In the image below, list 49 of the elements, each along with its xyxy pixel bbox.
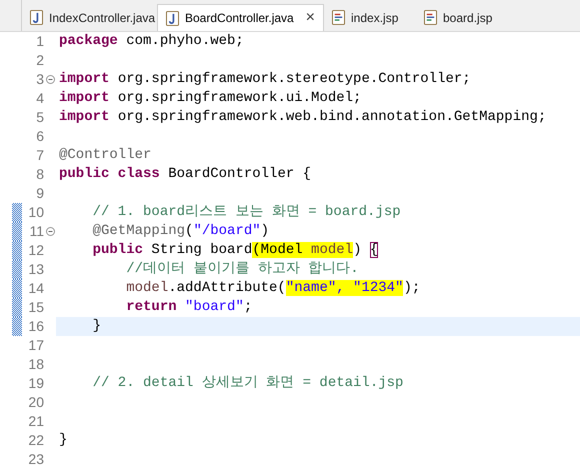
line-number: 14 <box>27 279 44 298</box>
document-icon <box>424 10 437 25</box>
code-line: import org.springframework.ui.Model; <box>59 90 362 106</box>
java-file-icon <box>30 10 43 25</box>
document-icon <box>332 10 345 25</box>
close-icon[interactable]: × <box>306 10 315 26</box>
code-line: @GetMapping("/board") <box>92 223 270 239</box>
line-number: 19 <box>27 374 44 393</box>
line-number: 7 <box>35 146 44 165</box>
line-number: 8 <box>35 165 44 184</box>
code-line: // 1. board리스트 보는 화면 = board.jsp <box>92 204 401 220</box>
line-number: 11 <box>28 222 44 241</box>
code-line: package com.phyho.web; <box>59 33 244 49</box>
line-number: 12 <box>27 241 44 260</box>
line-number: 5 <box>35 108 44 127</box>
code-line: @Controller <box>59 147 152 163</box>
java-file-icon <box>166 10 179 26</box>
line-number: 20 <box>27 393 44 412</box>
line-number: 18 <box>27 355 44 374</box>
editor-tab[interactable]: IndexController.java <box>22 4 157 31</box>
code-line: model.addAttribute("name", "1234"); <box>125 280 420 296</box>
collapse-icon[interactable] <box>46 227 54 236</box>
line-number: 10 <box>27 203 44 222</box>
line-number: 21 <box>27 412 44 431</box>
line-number: 23 <box>27 450 44 469</box>
editor-tab[interactable]: index.jsp <box>324 4 416 31</box>
line-number: 9 <box>35 184 44 203</box>
editor-tab[interactable]: BoardController.java × <box>157 4 324 31</box>
code-line: // 2. detail 상세보기 화면 = detail.jsp <box>92 375 404 391</box>
editor-tab[interactable]: board.jsp <box>416 4 516 31</box>
code-line: import org.springframework.stereotype.Controller; <box>59 71 471 87</box>
line-number: 4 <box>35 89 44 108</box>
code-line: return "board"; <box>125 299 252 315</box>
line-number: 17 <box>27 336 44 355</box>
code-line: } <box>92 318 102 334</box>
code-line: public class BoardController { <box>59 166 312 182</box>
collapse-icon[interactable] <box>46 75 54 84</box>
line-number: 13 <box>27 260 44 279</box>
line-number: 2 <box>35 51 44 70</box>
line-number: 6 <box>35 127 44 146</box>
line-number: 3 <box>35 70 44 89</box>
code-line: public String board(Model model) { <box>92 242 378 258</box>
code-line: } <box>59 432 68 448</box>
line-number: 22 <box>27 431 44 450</box>
line-number: 15 <box>27 298 44 317</box>
line-number: 16 <box>27 317 44 336</box>
code-line: //데이터 붙이기를 하고자 합니다. <box>125 261 359 277</box>
line-number: 1 <box>35 32 44 51</box>
code-line: import org.springframework.web.bind.annotation.GetMapping; <box>59 109 546 125</box>
